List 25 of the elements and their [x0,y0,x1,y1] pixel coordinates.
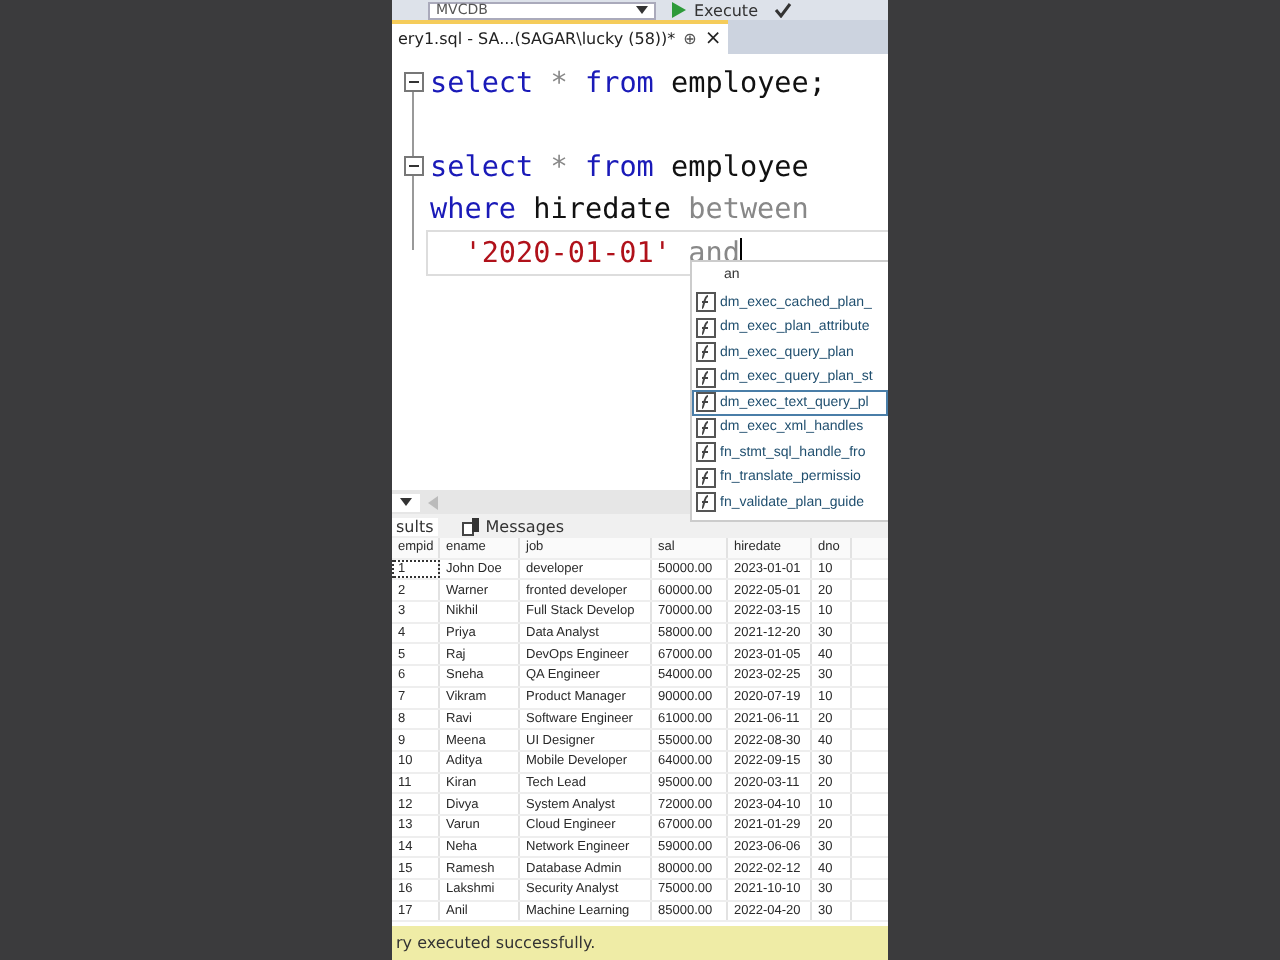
function-icon [696,417,716,438]
results-tab[interactable]: Messages [457,517,568,535]
function-icon [696,492,716,513]
function-icon [696,392,716,413]
function-icon [696,367,716,388]
close-icon[interactable]: × [704,28,722,50]
function-icon [696,317,716,338]
collapse-icon[interactable] [404,72,424,92]
execute-button[interactable]: Execute [672,1,758,19]
code-line: select * from employee; [430,67,826,99]
caret-icon [400,498,412,506]
zoom-dropdown[interactable] [392,493,420,511]
check-icon[interactable] [774,2,792,18]
pin-icon[interactable]: ⊕ [683,30,697,48]
function-icon [696,467,716,488]
query-tab[interactable]: ery1.sql - SA...(SAGAR\lucky (58))* ⊕ × [392,20,728,54]
collapse-icon[interactable] [404,156,424,176]
status-message: ry executed successfully. [396,934,596,952]
function-icon [696,342,716,363]
code-line: where hiredate between [430,193,809,225]
code-line: select * from employee [430,151,809,183]
play-icon [672,2,686,18]
function-icon [696,442,716,463]
results-tab[interactable]: sults [392,517,438,535]
function-icon [696,292,716,313]
